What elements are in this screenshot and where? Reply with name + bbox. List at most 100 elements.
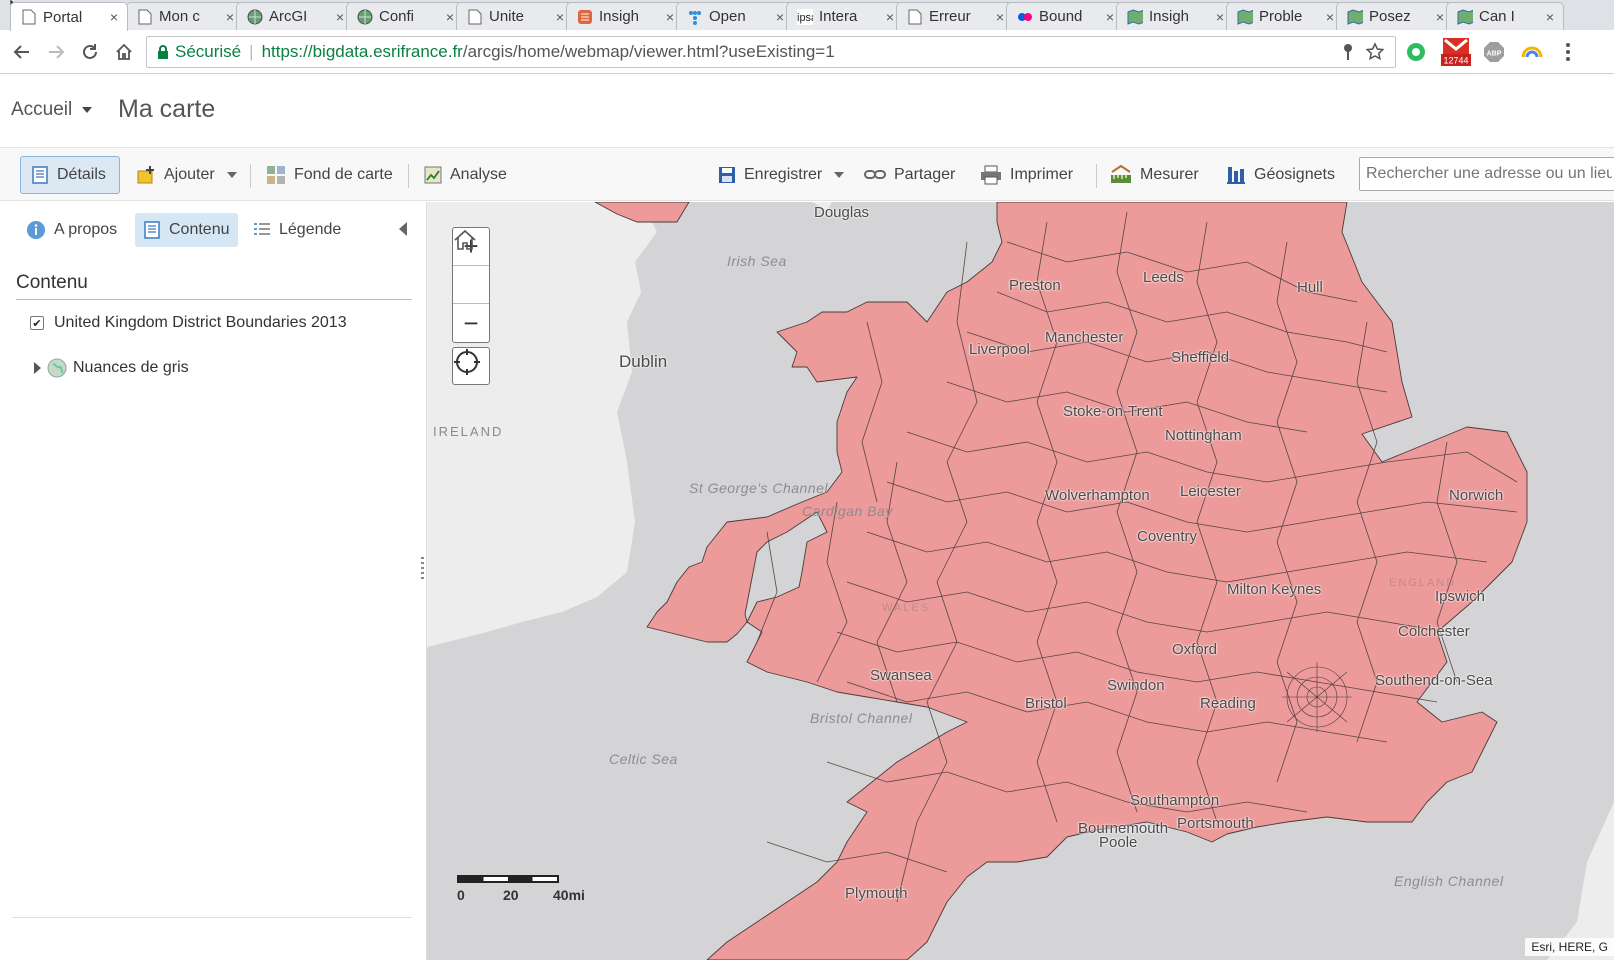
default-extent-button[interactable]: [453, 229, 489, 304]
country-label: WALES: [882, 602, 931, 614]
city-label: Milton Keynes: [1227, 581, 1322, 598]
close-tab-icon[interactable]: ×: [443, 9, 457, 25]
close-tab-icon[interactable]: ×: [1433, 9, 1447, 25]
close-tab-icon[interactable]: ×: [333, 9, 347, 25]
expand-triangle-icon[interactable]: [34, 362, 41, 374]
tab-legend[interactable]: Légende: [245, 213, 349, 247]
close-tab-icon[interactable]: ×: [107, 9, 121, 25]
gmail-extension-icon[interactable]: 12744: [1440, 38, 1472, 66]
save-button[interactable]: Enregistrer: [708, 156, 854, 194]
close-tab-icon[interactable]: ×: [663, 9, 677, 25]
details-button[interactable]: Détails: [20, 156, 120, 194]
zoom-out-button[interactable]: −: [453, 304, 489, 342]
country-label: ENGLAND: [1389, 577, 1457, 589]
rainbow-extension-icon[interactable]: [1520, 40, 1544, 64]
page-title: Ma carte: [118, 95, 216, 123]
print-button[interactable]: Imprimer: [970, 156, 1083, 194]
city-label: Poole: [1099, 834, 1138, 851]
layer-name[interactable]: Nuances de gris: [73, 359, 189, 377]
bookmarks-label: Géosignets: [1254, 166, 1335, 183]
ipsa-icon: ipsa: [797, 8, 813, 25]
panel-resize-grip[interactable]: [421, 557, 424, 581]
layer-item-district-boundaries[interactable]: ✔ United Kingdom District Boundaries 201…: [30, 314, 347, 332]
browser-tab[interactable]: Insigh ×: [1116, 2, 1234, 30]
browser-tab-title: Posez: [1369, 8, 1411, 25]
page-icon: [467, 9, 483, 25]
browser-tab[interactable]: Unite ×: [456, 2, 574, 30]
browser-tab[interactable]: Erreur ×: [896, 2, 1014, 30]
browser-tab[interactable]: Insigh ×: [566, 2, 684, 30]
layer-item-basemap[interactable]: Nuances de gris: [34, 358, 189, 378]
sea-label: English Channel: [1394, 873, 1504, 889]
browser-tab[interactable]: Portal ×: [10, 2, 128, 31]
layer-visibility-checkbox[interactable]: ✔: [30, 316, 44, 330]
evernote-extension-icon[interactable]: [1404, 40, 1428, 64]
map-attribution[interactable]: Esri, HERE, G: [1525, 938, 1614, 956]
map-icon: [1457, 8, 1473, 25]
browser-tab[interactable]: Can I ×: [1446, 2, 1564, 30]
tab-legend-label: Légende: [279, 221, 342, 238]
browser-tab[interactable]: Proble ×: [1226, 2, 1344, 30]
browser-toolbar: Sécurisé | https://bigdata.esrifrance.fr…: [0, 30, 1614, 74]
close-tab-icon[interactable]: ×: [993, 9, 1007, 25]
home-menu[interactable]: Accueil: [11, 99, 93, 121]
bookmark-star-icon[interactable]: [1365, 42, 1385, 67]
add-button[interactable]: Ajouter: [126, 156, 247, 194]
reload-button[interactable]: [78, 40, 102, 64]
home-button[interactable]: [112, 40, 136, 64]
key-icon[interactable]: [1341, 43, 1355, 66]
browser-tab-title: Insigh: [1149, 8, 1190, 25]
collapse-panel-icon[interactable]: [399, 222, 407, 236]
close-tab-icon[interactable]: ×: [1213, 9, 1227, 25]
scale-tick: 20: [503, 887, 519, 903]
back-button[interactable]: [10, 40, 34, 64]
menu-icon[interactable]: [1556, 40, 1580, 64]
city-label: Preston: [1009, 277, 1061, 294]
tab-about[interactable]: A propos: [18, 213, 125, 247]
measure-button[interactable]: Mesurer: [1100, 156, 1209, 194]
map-view[interactable]: Douglas Preston Leeds Hull Manchester Liverpo…: [427, 202, 1614, 960]
bookmarks-button[interactable]: Géosignets: [1216, 156, 1345, 194]
browser-tab[interactable]: Mon c ×: [126, 2, 244, 30]
analysis-button[interactable]: Analyse: [414, 156, 517, 194]
search-field[interactable]: [1359, 157, 1614, 191]
tab-about-label: A propos: [54, 221, 118, 238]
panel-divider: [12, 917, 412, 918]
browser-tab[interactable]: Confi ×: [346, 2, 464, 30]
browser-tab[interactable]: ArcGI ×: [236, 2, 354, 30]
forward-button[interactable]: [44, 40, 68, 64]
analysis-label: Analyse: [450, 166, 507, 183]
locate-button[interactable]: [452, 347, 490, 385]
city-label: Dublin: [619, 352, 668, 371]
browser-tab[interactable]: Posez ×: [1336, 2, 1454, 30]
basemap-button[interactable]: Fond de carte: [256, 156, 403, 194]
map-toolbar: Détails Ajouter Fond de carte Analyse En…: [0, 147, 1614, 201]
browser-tab-title: Can I: [1479, 8, 1515, 25]
chevron-down-icon: [82, 107, 93, 113]
city-label: Wolverhampton: [1045, 487, 1150, 504]
city-label: Coventry: [1137, 528, 1198, 545]
close-tab-icon[interactable]: ×: [223, 9, 237, 25]
basemap-grid-icon: [267, 166, 285, 184]
share-button[interactable]: Partager: [854, 156, 965, 194]
close-tab-icon[interactable]: ×: [1543, 9, 1557, 25]
close-tab-icon[interactable]: ×: [1103, 9, 1117, 25]
tab-content-label: Contenu: [169, 221, 230, 238]
adblock-extension-icon[interactable]: ABP: [1482, 40, 1506, 64]
search-input[interactable]: [1360, 158, 1614, 190]
tab-content[interactable]: Contenu: [135, 213, 238, 247]
close-tab-icon[interactable]: ×: [553, 9, 567, 25]
city-label: Colchester: [1398, 623, 1470, 640]
sea-label: Irish Sea: [727, 253, 787, 269]
browser-tab[interactable]: Open ×: [676, 2, 794, 30]
city-label: Ipswich: [1435, 588, 1486, 605]
browser-tab[interactable]: ipsa Intera ×: [786, 2, 904, 30]
browser-tab[interactable]: Bound ×: [1006, 2, 1124, 30]
close-tab-icon[interactable]: ×: [1323, 9, 1337, 25]
layer-name[interactable]: United Kingdom District Boundaries 2013: [54, 314, 347, 332]
sea-label: St George's Channel: [689, 480, 829, 496]
address-bar[interactable]: Sécurisé | https://bigdata.esrifrance.fr…: [146, 36, 1396, 68]
close-tab-icon[interactable]: ×: [773, 9, 787, 25]
close-tab-icon[interactable]: ×: [883, 9, 897, 25]
omnibox-separator: |: [249, 42, 254, 61]
